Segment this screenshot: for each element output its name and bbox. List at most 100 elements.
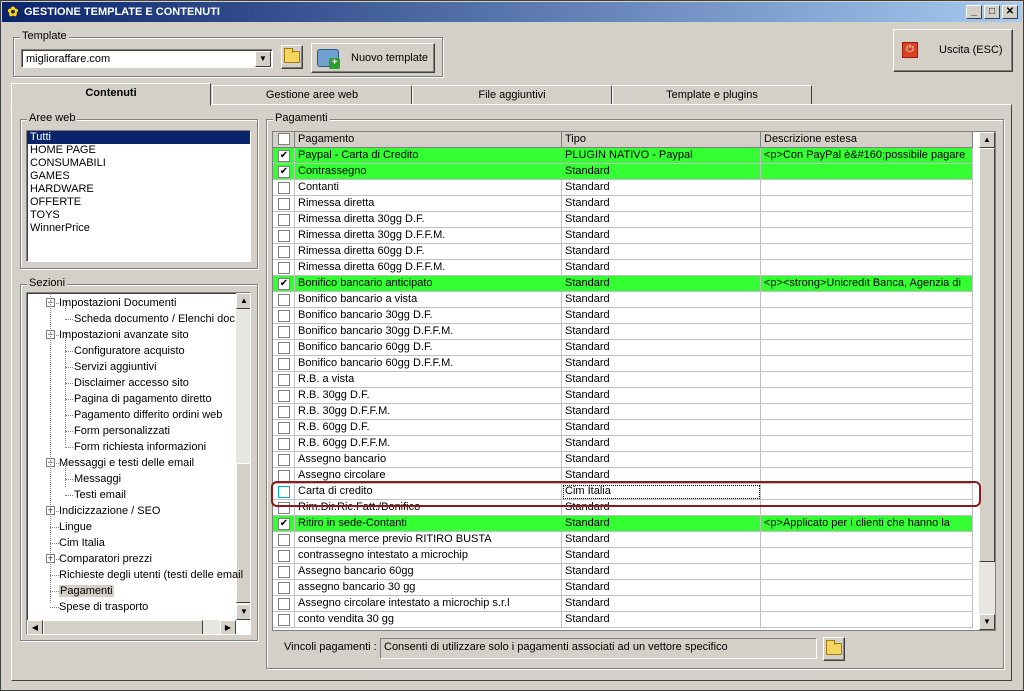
table-row[interactable]: Rimessa diretta 30gg D.F. Standard (273, 212, 973, 228)
cell-tipo[interactable]: Standard (562, 388, 761, 404)
cell-tipo[interactable]: Standard (562, 580, 761, 596)
row-checkbox[interactable] (278, 406, 290, 418)
row-checkbox[interactable] (278, 566, 290, 578)
cell-tipo[interactable]: Standard (562, 532, 761, 548)
row-checkbox[interactable]: ✔ (278, 166, 290, 178)
table-row[interactable]: Contanti Standard (273, 180, 973, 196)
cell-tipo[interactable]: Standard (562, 276, 761, 292)
table-row[interactable]: conto vendita 30 gg Standard (273, 612, 973, 628)
tree-node[interactable]: Form richiesta informazioni (74, 439, 206, 455)
row-check-cell[interactable]: ✔ (273, 148, 295, 164)
cell-pagamento[interactable]: Paypal - Carta di Credito (295, 148, 562, 164)
cell-tipo[interactable]: Standard (562, 436, 761, 452)
tree-node[interactable]: Richieste degli utenti (testi delle emai… (59, 567, 243, 583)
table-row[interactable]: consegna merce previo RITIRO BUSTA Standa… (273, 532, 973, 548)
tree-node[interactable]: Form personalizzati (74, 423, 170, 439)
table-row[interactable]: R.B. 30gg D.F. Standard (273, 388, 973, 404)
cell-tipo[interactable]: Standard (562, 196, 761, 212)
tree-node[interactable]: Impostazioni avanzate sito (59, 327, 189, 343)
cell-tipo[interactable]: Standard (562, 228, 761, 244)
row-checkbox[interactable] (278, 342, 290, 354)
cell-desc[interactable] (761, 308, 973, 324)
scroll-down-icon[interactable]: ▼ (236, 604, 250, 620)
cell-desc[interactable] (761, 228, 973, 244)
tree-node[interactable]: Servizi aggiuntivi (74, 359, 157, 375)
row-checkbox[interactable] (278, 262, 290, 274)
grid-scroll-down-icon[interactable]: ▼ (979, 614, 995, 630)
cell-tipo[interactable]: Standard (562, 452, 761, 468)
tree-node[interactable]: Pagamento differito ordini web (74, 407, 222, 423)
cell-desc[interactable] (761, 260, 973, 276)
table-row[interactable]: R.B. 60gg D.F. Standard (273, 420, 973, 436)
cell-desc[interactable] (761, 372, 973, 388)
header-check-cell[interactable] (273, 132, 295, 148)
row-checkbox[interactable] (278, 310, 290, 322)
row-checkbox[interactable] (278, 614, 290, 626)
row-check-cell[interactable] (273, 564, 295, 580)
cell-tipo[interactable]: Standard (562, 516, 761, 532)
cell-desc[interactable] (761, 324, 973, 340)
cell-tipo[interactable]: PLUGIN NATIVO - Paypal (562, 148, 761, 164)
row-checkbox[interactable] (278, 598, 290, 610)
table-row[interactable]: ✔ Contrassegno Standard (273, 164, 973, 180)
cell-tipo[interactable]: Standard (562, 548, 761, 564)
tree-node[interactable]: Indicizzazione / SEO (59, 503, 161, 519)
row-check-cell[interactable] (273, 228, 295, 244)
cell-tipo[interactable]: Standard (562, 260, 761, 276)
exit-button[interactable]: ⏻ Uscita (ESC) (893, 29, 1013, 72)
tab-contenuti[interactable]: Contenuti (11, 83, 211, 106)
cell-desc[interactable] (761, 532, 973, 548)
cell-pagamento[interactable]: Contanti (295, 180, 562, 196)
row-check-cell[interactable] (273, 260, 295, 276)
row-check-cell[interactable] (273, 340, 295, 356)
tree-node[interactable]: Configuratore acquisto (74, 343, 185, 359)
cell-pagamento[interactable]: assegno bancario 30 gg (295, 580, 562, 596)
row-check-cell[interactable] (273, 404, 295, 420)
cell-tipo[interactable]: Standard (562, 372, 761, 388)
tab-template-plugins[interactable]: Template e plugins (612, 85, 812, 105)
tree-node[interactable]: Pagamenti (59, 583, 114, 599)
row-checkbox[interactable] (278, 550, 290, 562)
row-checkbox[interactable] (278, 246, 290, 258)
cell-desc[interactable] (761, 356, 973, 372)
cell-pagamento[interactable]: Assegno bancario 60gg (295, 564, 562, 580)
header-tipo[interactable]: Tipo (562, 132, 761, 148)
cell-pagamento[interactable]: Ritiro in sede-Contanti (295, 516, 562, 532)
tree-node[interactable]: Spese di trasporto (59, 599, 148, 615)
row-check-cell[interactable]: ✔ (273, 164, 295, 180)
area-web-item[interactable]: HARDWARE (27, 183, 250, 196)
tab-gestione-aree-web[interactable]: Gestione aree web (212, 85, 412, 105)
maximize-button[interactable]: □ (984, 5, 1000, 19)
cell-tipo[interactable]: Standard (562, 596, 761, 612)
minimize-button[interactable]: _ (966, 5, 982, 19)
row-checkbox[interactable] (278, 358, 290, 370)
table-row[interactable]: Rimessa diretta 30gg D.F.F.M. Standard (273, 228, 973, 244)
cell-desc[interactable] (761, 436, 973, 452)
tree-node[interactable]: Cim Italia (59, 535, 105, 551)
row-check-cell[interactable] (273, 596, 295, 612)
row-checkbox[interactable]: ✔ (278, 150, 290, 162)
cell-tipo[interactable]: Standard (562, 612, 761, 628)
cell-desc[interactable] (761, 388, 973, 404)
cell-desc[interactable] (761, 212, 973, 228)
header-descrizione[interactable]: Descrizione estesa (761, 132, 973, 148)
cell-tipo[interactable]: Standard (562, 244, 761, 260)
cell-tipo[interactable]: Standard (562, 308, 761, 324)
grid-vscroll[interactable]: ▲ ▼ (979, 132, 995, 630)
cell-pagamento[interactable]: R.B. 30gg D.F.F.M. (295, 404, 562, 420)
tree-hscroll[interactable]: ◀ ▶ (27, 620, 236, 634)
cell-pagamento[interactable]: Bonifico bancario a vista (295, 292, 562, 308)
area-web-item[interactable]: HOME PAGE (27, 144, 250, 157)
chevron-down-icon[interactable]: ▼ (255, 51, 271, 67)
row-check-cell[interactable] (273, 420, 295, 436)
row-check-cell[interactable]: ✔ (273, 276, 295, 292)
cell-desc[interactable] (761, 164, 973, 180)
row-check-cell[interactable] (273, 436, 295, 452)
table-row[interactable]: Bonifico bancario 30gg D.F. Standard (273, 308, 973, 324)
table-row[interactable]: ✔ Ritiro in sede-Contanti Standard <p>Appli… (273, 516, 973, 532)
cell-desc[interactable] (761, 196, 973, 212)
row-check-cell[interactable] (273, 580, 295, 596)
row-check-cell[interactable] (273, 308, 295, 324)
table-row[interactable]: Rimessa diretta 60gg D.F.F.M. Standard (273, 260, 973, 276)
cell-desc[interactable] (761, 420, 973, 436)
